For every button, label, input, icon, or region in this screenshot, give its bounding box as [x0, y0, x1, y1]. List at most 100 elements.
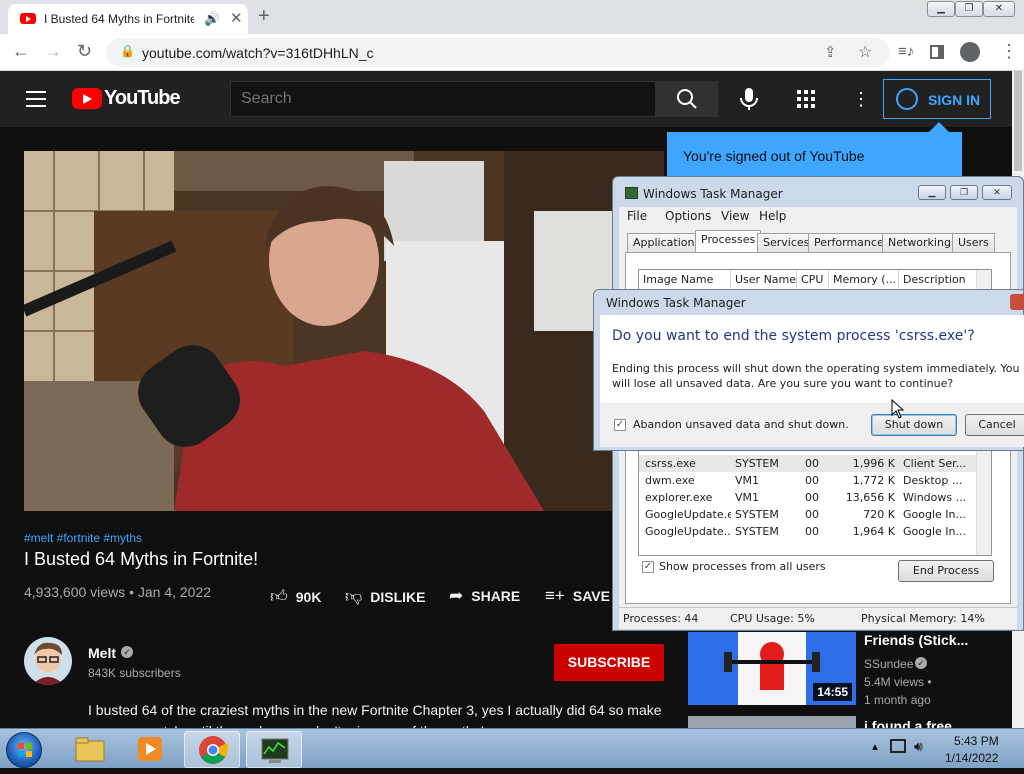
col-image-name[interactable]: Image Name — [639, 270, 731, 288]
youtube-wordmark[interactable]: YouTube — [104, 87, 181, 110]
tab-close-icon[interactable]: ✕ — [230, 9, 243, 27]
clock-time[interactable]: 5:43 PM — [954, 734, 999, 748]
recommendation-thumbnail[interactable]: 14:55 — [688, 632, 856, 705]
volume-icon[interactable]: 🔊︎ — [914, 738, 923, 755]
dialog-footer: ✓ Abandon unsaved data and shut down. Sh… — [600, 403, 1024, 447]
recommendation-title[interactable]: Friends (Stick... — [864, 632, 968, 648]
tab-users[interactable]: Users — [952, 233, 995, 252]
process-user: VM1 — [735, 491, 760, 504]
process-memory: 720 K — [863, 508, 895, 521]
recommendation-age: 1 month ago — [864, 693, 931, 707]
verified-check-icon: ✓ — [121, 646, 133, 658]
tm-close-button[interactable]: ✕ — [982, 185, 1012, 200]
hashtags[interactable]: #melt #fortnite #myths — [24, 531, 142, 545]
process-memory: 13,656 K — [845, 491, 895, 504]
search-button[interactable] — [656, 81, 718, 117]
sign-in-button[interactable]: SIGN IN — [883, 79, 991, 119]
more-options-icon[interactable]: ⋮ — [852, 89, 870, 110]
taskbar-chrome[interactable] — [184, 731, 240, 768]
chrome-menu-icon[interactable]: ⋮ — [1000, 41, 1018, 62]
media-player-icon — [138, 737, 162, 761]
like-count: 90K — [295, 589, 322, 605]
recommendation-thumbnail[interactable] — [688, 716, 856, 728]
share-icon[interactable]: ⇪ — [824, 43, 837, 61]
menu-file[interactable]: File — [627, 209, 647, 223]
process-description: Google In... — [903, 525, 966, 538]
cancel-button[interactable]: Cancel — [965, 414, 1024, 436]
microphone-icon[interactable] — [738, 87, 760, 111]
lock-icon[interactable]: 🔒 — [120, 44, 135, 58]
taskbar-media-player[interactable] — [122, 731, 178, 768]
tm-maximize-button[interactable]: ❐ — [950, 185, 978, 200]
process-user: SYSTEM — [735, 525, 779, 538]
table-row[interactable]: dwm.exe VM1 00 1,772 K Desktop ... — [639, 472, 977, 489]
video-duration: 14:55 — [813, 683, 852, 701]
browser-tab[interactable]: I Busted 64 Myths in Fortnite 🔊 ✕ — [8, 4, 248, 34]
abandon-data-checkbox[interactable]: ✓ — [614, 419, 626, 431]
menu-options[interactable]: Options — [665, 209, 711, 223]
video-meta: 4,933,600 views • Jan 4, 2022 — [24, 584, 212, 600]
table-row[interactable]: GoogleUpdate... SYSTEM 00 1,964 K Google… — [639, 523, 977, 540]
address-bar[interactable]: 🔒 youtube.com/watch?v=316tDHhLN_c ⇪ ☆ — [106, 38, 890, 67]
tab-processes[interactable]: Processes — [695, 230, 762, 253]
new-tab-button[interactable]: + — [258, 5, 270, 28]
table-row[interactable]: GoogleUpdate.exe SYSTEM 00 720 K Google … — [639, 506, 977, 523]
playlist-add-icon: ≡+ — [545, 586, 565, 605]
menu-help[interactable]: Help — [759, 209, 786, 223]
maximize-button[interactable]: ❐ — [955, 1, 983, 17]
process-cpu: 00 — [805, 457, 819, 470]
clock-date[interactable]: 1/14/2022 — [945, 751, 998, 765]
share-label: SHARE — [471, 588, 521, 604]
task-manager-icon — [261, 738, 289, 763]
tab-networking[interactable]: Networking — [882, 233, 957, 252]
start-orb-icon[interactable] — [6, 732, 42, 768]
col-cpu[interactable]: CPU — [797, 270, 829, 288]
back-arrow-icon[interactable]: ← — [12, 41, 30, 62]
tray-expand-icon[interactable]: ▲ — [870, 742, 880, 753]
speaker-icon[interactable]: 🔊 — [204, 11, 220, 27]
youtube-logo-icon[interactable] — [72, 88, 102, 109]
tab-services[interactable]: Services — [757, 233, 816, 252]
apps-grid-icon[interactable] — [797, 90, 815, 108]
col-memory[interactable]: Memory (... — [829, 270, 899, 288]
shut-down-button[interactable]: Shut down — [871, 414, 957, 436]
dialog-close-button[interactable] — [1010, 294, 1024, 310]
profile-avatar-icon[interactable] — [960, 42, 980, 62]
show-all-users-checkbox[interactable]: ✓ — [642, 561, 654, 573]
save-button[interactable]: ≡+ SAVE — [545, 586, 610, 606]
table-row[interactable]: csrss.exe SYSTEM 00 1,996 K Client Ser..… — [639, 455, 977, 472]
taskbar-explorer[interactable] — [62, 731, 118, 768]
channel-name[interactable]: Melt — [88, 645, 116, 661]
video-player[interactable] — [24, 151, 664, 511]
share-button[interactable]: ➦ SHARE — [449, 586, 520, 606]
end-process-button[interactable]: End Process — [898, 560, 994, 582]
verified-check-icon: ✓ — [915, 657, 927, 669]
side-panel-icon[interactable] — [930, 45, 944, 59]
hamburger-menu-icon[interactable] — [26, 91, 46, 107]
subscribe-button[interactable]: SUBSCRIBE — [554, 644, 664, 681]
like-button[interactable]: 👍︎ 90K — [270, 586, 321, 607]
menu-view[interactable]: View — [721, 209, 749, 223]
dislike-button[interactable]: 👎︎ DISLIKE — [345, 586, 426, 607]
close-window-button[interactable]: ✕ — [983, 1, 1015, 17]
col-description[interactable]: Description — [899, 270, 977, 288]
network-icon[interactable] — [890, 739, 906, 753]
taskbar-task-manager[interactable] — [246, 731, 302, 768]
search-input[interactable] — [230, 81, 656, 117]
forward-arrow-icon[interactable]: → — [44, 41, 62, 62]
reload-icon[interactable]: ↻ — [77, 41, 92, 62]
process-memory: 1,964 K — [852, 525, 895, 538]
tm-minimize-button[interactable]: ▁ — [918, 185, 946, 200]
table-row[interactable]: explorer.exe VM1 00 13,656 K Windows ... — [639, 489, 977, 506]
process-cpu: 00 — [805, 508, 819, 521]
tab-performance[interactable]: Performance — [808, 233, 890, 252]
process-cpu: 00 — [805, 474, 819, 487]
media-control-icon[interactable]: ≡♪ — [898, 43, 914, 60]
minimize-button[interactable]: ▁ — [927, 1, 955, 17]
recommendation-channel[interactable]: SSundee — [864, 657, 913, 671]
channel-avatar[interactable] — [24, 637, 72, 685]
bookmark-star-icon[interactable]: ☆ — [858, 42, 872, 62]
dislike-label: DISLIKE — [370, 589, 426, 605]
col-user-name[interactable]: User Name — [731, 270, 797, 288]
scrollbar-thumb[interactable] — [1014, 71, 1022, 171]
